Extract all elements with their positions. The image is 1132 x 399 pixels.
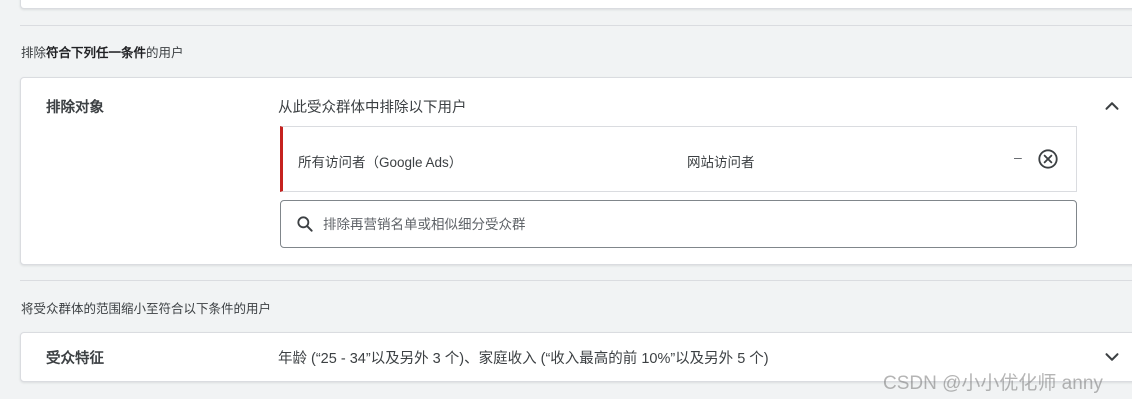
section-divider bbox=[20, 280, 1132, 281]
search-icon bbox=[297, 216, 313, 232]
chevron-down-icon[interactable] bbox=[1101, 346, 1123, 368]
exclude-section-heading: 排除符合下列任一条件的用户 bbox=[21, 46, 184, 60]
chevron-up-icon[interactable] bbox=[1101, 95, 1123, 117]
exclude-search-input[interactable] bbox=[323, 212, 1023, 236]
narrow-section-heading: 将受众群体的范围缩小至符合以下条件的用户 bbox=[21, 302, 272, 316]
audience-name: 所有访问者（Google Ads） bbox=[298, 155, 463, 170]
close-circle-icon[interactable] bbox=[1037, 148, 1059, 170]
exclude-card: 排除对象 从此受众群体中排除以下用户 所有访问者（Google Ads） 网站访… bbox=[20, 77, 1132, 265]
exclude-title: 从此受众群体中排除以下用户 bbox=[278, 100, 467, 116]
audience-type: 网站访问者 bbox=[687, 155, 755, 170]
exclude-label: 排除对象 bbox=[46, 100, 104, 116]
section-divider bbox=[20, 25, 1132, 26]
watermark-text: CSDN @小小优化师 anny bbox=[883, 373, 1103, 394]
demographics-label: 受众特征 bbox=[46, 351, 104, 367]
exclude-search-box[interactable] bbox=[280, 200, 1077, 248]
audience-size: – bbox=[1014, 149, 1022, 165]
excluded-audience-item: 所有访问者（Google Ads） 网站访问者 – bbox=[280, 126, 1077, 192]
previous-section-card bbox=[20, 0, 1132, 9]
demographics-summary: 年龄 (“25 - 34”以及另外 3 个)、家庭收入 (“收入最高的前 10%… bbox=[278, 351, 769, 367]
